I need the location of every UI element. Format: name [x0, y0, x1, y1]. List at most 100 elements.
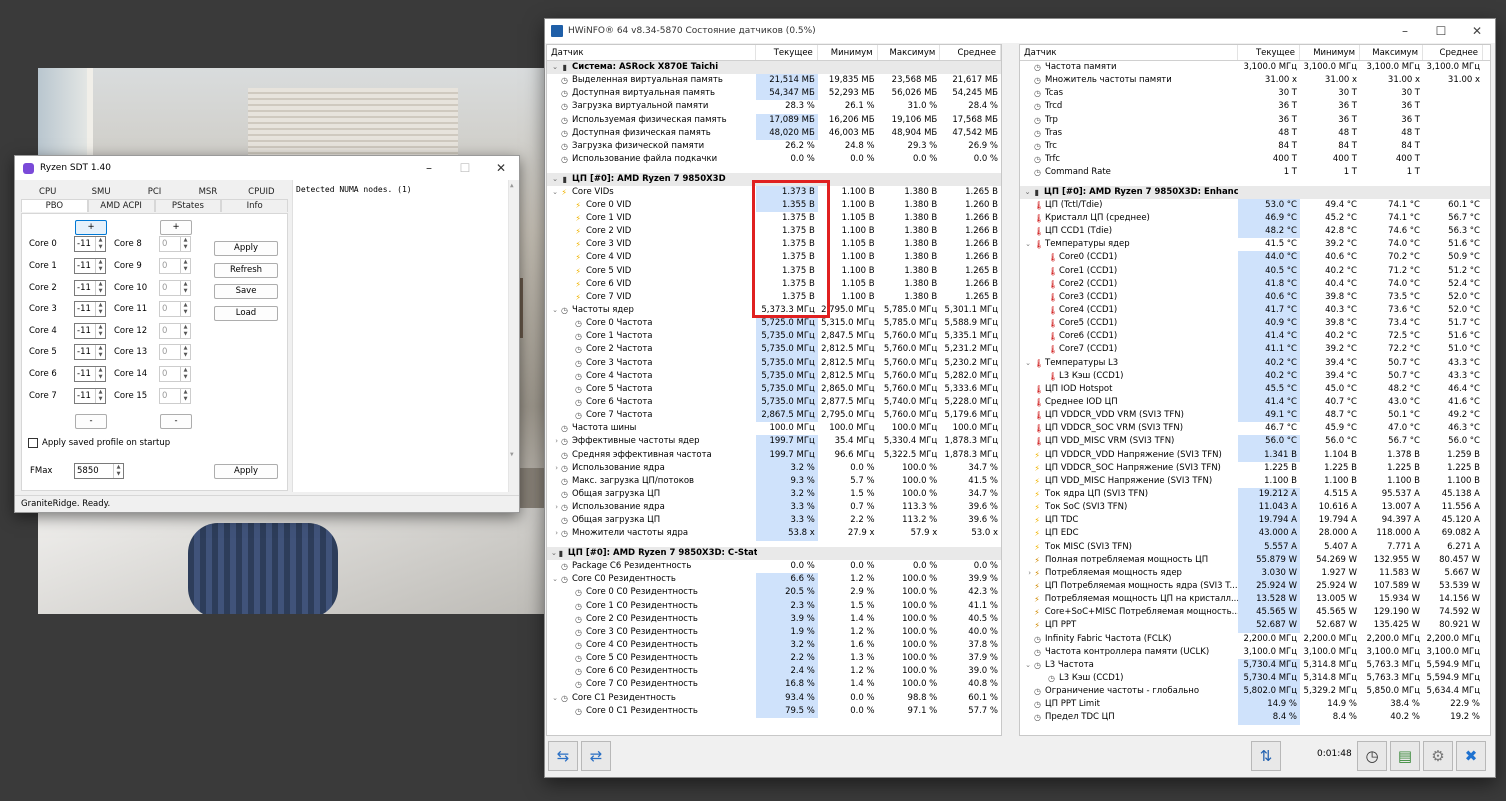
increment-all-left-button[interactable]: + — [75, 220, 107, 235]
tab-pci[interactable]: PCI — [128, 186, 181, 199]
sensor-row[interactable]: ⌄🌡Температуры ядер 41.5 °C 39.2 °C 74.0 °C 5… — [1020, 238, 1490, 251]
sensor-row[interactable]: 🌡Core6 (CCD1)41.4 °C40.2 °C72.5 °C51.6 °… — [1020, 330, 1490, 344]
column-header-2[interactable]: Минимум — [818, 45, 878, 60]
sensor-row[interactable]: ◷ Макс. загрузка ЦП/потоков 9.3 % 5.7 % 100.… — [547, 474, 1001, 488]
collapse-chevron-icon[interactable]: ⌄ — [1024, 186, 1033, 199]
sensor-row[interactable]: ◷ Core 5 C0 Резидентность 2.2 % 1.3 % 100.0 … — [547, 652, 1001, 666]
sensor-row[interactable]: ⌄ ◷ Core C1 Резидентность 93.4 % 0.0 % 98.8 %… — [547, 691, 1001, 705]
sensor-group-header[interactable]: ⌄▮ЦП [#0]: AMD Ryzen 7 9850X3D: C-State … — [547, 547, 1001, 561]
sensor-row[interactable]: ◷ Core 0 Частота 5,725.0 МГц 5,315.0 МГц 5,7… — [547, 317, 1001, 331]
sensor-row[interactable]: ◷ L3 Кэш (CCD1) 5,730.4 МГц 5,314.8 МГц 5,76… — [1020, 671, 1490, 686]
sensor-row[interactable]: ◷ Command Rate 1 T 1 T 1 T — [1020, 166, 1490, 179]
close-icon[interactable]: ✕ — [483, 161, 519, 175]
sensor-row[interactable]: 🌡Core0 (CCD1)44.0 °C40.6 °C70.2 °C50.9 °… — [1020, 251, 1490, 265]
collapse-chevron-icon[interactable]: ⌄ — [551, 61, 561, 74]
column-header-3[interactable]: Максимум — [1360, 45, 1423, 60]
curve-offset-input[interactable]: -11 ▲ ▼ — [74, 301, 106, 317]
spin-arrows-icon[interactable]: ▲ ▼ — [95, 389, 105, 403]
sensor-row[interactable]: ⚡ ЦП Потребляемая мощность ядра (SVI3 T..… — [1020, 579, 1490, 594]
sensor-row[interactable]: ◷ Общая загрузка ЦП 3.2 % 1.5 % 100.0 % 34.7 … — [547, 488, 1001, 502]
spin-arrows-icon[interactable]: ▲ ▼ — [95, 345, 105, 359]
refresh-button[interactable]: Refresh — [214, 263, 278, 278]
expand-chevron-icon[interactable]: › — [551, 501, 561, 514]
collapse-chevron-icon[interactable]: ⌄ — [1024, 238, 1034, 251]
curve-offset-input[interactable]: -11 ▲ ▼ — [74, 366, 106, 382]
tab-pbo[interactable]: PBO — [21, 199, 88, 212]
sensor-row[interactable]: 🌡ЦП VDDCR_VDD VRM (SVI3 TFN)49.1 °C48.7 … — [1020, 409, 1490, 423]
column-header-0[interactable]: Датчик — [547, 45, 757, 60]
spin-arrows-icon[interactable]: ▲ ▼ — [95, 237, 105, 251]
tab-info[interactable]: Info — [221, 199, 288, 212]
increment-all-right-button[interactable]: + — [160, 220, 192, 235]
column-header-1[interactable]: Текущее — [756, 45, 818, 60]
spin-arrows-icon[interactable]: ▲ ▼ — [95, 259, 105, 273]
hw-titlebar[interactable]: HWiNFO® 64 v8.34-5870 Состояние датчиков… — [545, 19, 1495, 43]
collapse-chevron-icon[interactable]: ⌄ — [551, 573, 561, 586]
sensor-row[interactable]: ⚡ Полная потребляемая мощность ЦП 55.879 W… — [1020, 553, 1490, 567]
fmax-apply-button[interactable]: Apply — [214, 464, 278, 479]
column-header-1[interactable]: Текущее — [1238, 45, 1300, 60]
sensor-row[interactable]: ⌄ ◷ Core C0 Резидентность 6.6 % 1.2 % 100.0 %… — [547, 573, 1001, 587]
spin-arrows-icon[interactable]: ▲ ▼ — [95, 324, 105, 338]
sensor-row[interactable]: ⚡ Ток SoC (SVI3 TFN) 11.043 A 10.616 A 13.00… — [1020, 501, 1490, 515]
sensor-row[interactable]: ◷ Core 0 C0 Резидентность 20.5 % 2.9 % 100.0… — [547, 586, 1001, 600]
settings-gear-icon[interactable]: ⚙ — [1423, 741, 1453, 771]
sensor-row[interactable]: ◷ Доступная виртуальная память 54,347 МБ 52… — [547, 87, 1001, 101]
sensor-row[interactable]: ◷ Core 5 Частота 5,735.0 МГц 2,865.0 МГц 5,7… — [547, 382, 1001, 397]
sensor-row[interactable]: ⚡ ЦП VDDCR_SOC Напряжение (SVI3 TFN) 1.225… — [1020, 462, 1490, 475]
tab-cpu[interactable]: CPU — [21, 186, 74, 199]
maximize-icon[interactable]: ☐ — [447, 161, 483, 175]
tab-smu[interactable]: SMU — [74, 186, 127, 199]
close-x-icon[interactable]: ✖ — [1456, 741, 1486, 771]
sensor-row[interactable]: ⚡ ЦП VDD_MISC Напряжение (SVI3 TFN) 1.100 … — [1020, 475, 1490, 488]
collapse-chevron-icon[interactable]: ⌄ — [551, 692, 561, 705]
sensor-row[interactable]: ⚡ ЦП TDC 19.794 A 19.794 A 94.397 A 45.120 A — [1020, 514, 1490, 528]
sensor-row[interactable]: ◷ Используемая физическая память 17,089 МБ… — [547, 113, 1001, 127]
sensor-row[interactable]: ◷ Частота контроллера памяти (UCLK) 3,100.… — [1020, 646, 1490, 659]
sensor-row[interactable]: ◷ Доступная физическая память 48,020 МБ 46,… — [547, 126, 1001, 140]
minimize-icon[interactable]: – — [1387, 24, 1423, 38]
tab-pstates[interactable]: PStates — [154, 199, 222, 212]
sensor-row[interactable]: 🌡Кристалл ЦП (среднее)46.9 °C45.2 °C74.1… — [1020, 212, 1490, 226]
sensor-row[interactable]: ⌄ ◷ L3 Частота 5,730.4 МГц 5,314.8 МГц 5,763.… — [1020, 658, 1490, 672]
sensor-row[interactable]: › ◷ Эффективные частоты ядер 199.7 МГц 35.4 … — [547, 435, 1001, 449]
sensor-row[interactable]: 🌡Среднее IOD ЦП41.4 °C40.7 °C43.0 °C41.6… — [1020, 396, 1490, 410]
sensor-row[interactable]: ◷ Core 2 Частота 5,735.0 МГц 2,812.5 МГц 5,7… — [547, 343, 1001, 357]
sensor-row[interactable]: ◷ Core 7 Частота 2,867.5 МГц 2,795.0 МГц 5,7… — [547, 409, 1001, 423]
curve-offset-input[interactable]: -11 ▲ ▼ — [74, 344, 106, 360]
curve-offset-input[interactable]: -11 ▲ ▼ — [74, 258, 106, 274]
sensor-row[interactable]: › ◷ Множители частоты ядра 53.8 x 27.9 x 57.9… — [547, 527, 1001, 541]
sensor-row[interactable]: ⚡ ЦП EDC 43.000 A 28.000 A 118.000 A 69.082 A — [1020, 527, 1490, 541]
curve-offset-input[interactable]: -11 ▲ ▼ — [74, 236, 106, 252]
sensor-row[interactable]: ◷ ЦП PPT Limit 14.9 % 14.9 % 38.4 % 22.9 % — [1020, 698, 1490, 712]
close-icon[interactable]: ✕ — [1459, 24, 1495, 38]
collapse-chevron-icon[interactable]: ⌄ — [1024, 357, 1034, 370]
apply-on-startup-checkbox[interactable] — [28, 438, 38, 448]
tab-cpuid[interactable]: CPUID — [235, 186, 288, 199]
sensor-row[interactable]: › ◷ Использование ядра 3.3 % 0.7 % 113.3 % 39.… — [547, 501, 1001, 515]
console-scrollbar[interactable] — [508, 180, 518, 492]
sensor-row[interactable]: ⚡ ЦП VDDCR_VDD Напряжение (SVI3 TFN) 1.341… — [1020, 448, 1490, 462]
expand-arrows-button[interactable]: ⇄ — [581, 741, 611, 771]
sensor-row[interactable]: ◷ Trc 84 T 84 T 84 T — [1020, 140, 1490, 153]
sensor-row[interactable]: ◷ Использование файла подкачки 0.0 % 0.0 % 0… — [547, 153, 1001, 166]
apply-button[interactable]: Apply — [214, 241, 278, 256]
fmax-input[interactable]: 5850 ▲ ▼ — [74, 463, 124, 479]
sensor-pane-left[interactable]: Датчик Текущее Минимум Максимум Среднее ⌄ ▮ Сис… — [546, 44, 1002, 736]
sdt-titlebar[interactable]: Ryzen SDT 1.40 – ☐ ✕ — [15, 156, 519, 180]
sensor-row[interactable]: 🌡Core3 (CCD1)40.6 °C39.8 °C73.5 °C52.0 °… — [1020, 290, 1490, 305]
expand-chevron-icon[interactable]: › — [551, 462, 561, 475]
maximize-icon[interactable]: ☐ — [1423, 24, 1459, 38]
decrement-all-right-button[interactable]: - — [160, 414, 192, 429]
sensor-row[interactable]: ◷ Частота шины 100.0 МГц 100.0 МГц 100.0 МГц… — [547, 422, 1001, 435]
sensor-row[interactable]: ◷ Предел TDC ЦП 8.4 % 8.4 % 40.2 % 19.2 % — [1020, 711, 1490, 725]
sensor-row[interactable]: ◷ Частота памяти 3,100.0 МГц 3,100.0 МГц 3,1… — [1020, 61, 1490, 74]
sensor-row[interactable]: ◷ Core 0 C1 Резидентность 79.5 % 0.0 % 97.1 … — [547, 704, 1001, 718]
sensor-row[interactable]: › ◷ Использование ядра 3.2 % 0.0 % 100.0 % 34.… — [547, 461, 1001, 475]
sensor-row[interactable]: 🌡Core7 (CCD1)41.1 °C39.2 °C72.2 °C51.0 °… — [1020, 343, 1490, 357]
sensor-row[interactable]: ◷ Package C6 Резидентность 0.0 % 0.0 % 0.0 %… — [547, 560, 1001, 573]
column-header-0[interactable]: Датчик — [1020, 45, 1238, 60]
tab-msr[interactable]: MSR — [181, 186, 234, 199]
sensor-row[interactable]: ◷ Core 2 C0 Резидентность 3.9 % 1.4 % 100.0 … — [547, 612, 1001, 626]
sensor-row[interactable]: ◷ Trcd 36 T 36 T 36 T — [1020, 100, 1490, 113]
